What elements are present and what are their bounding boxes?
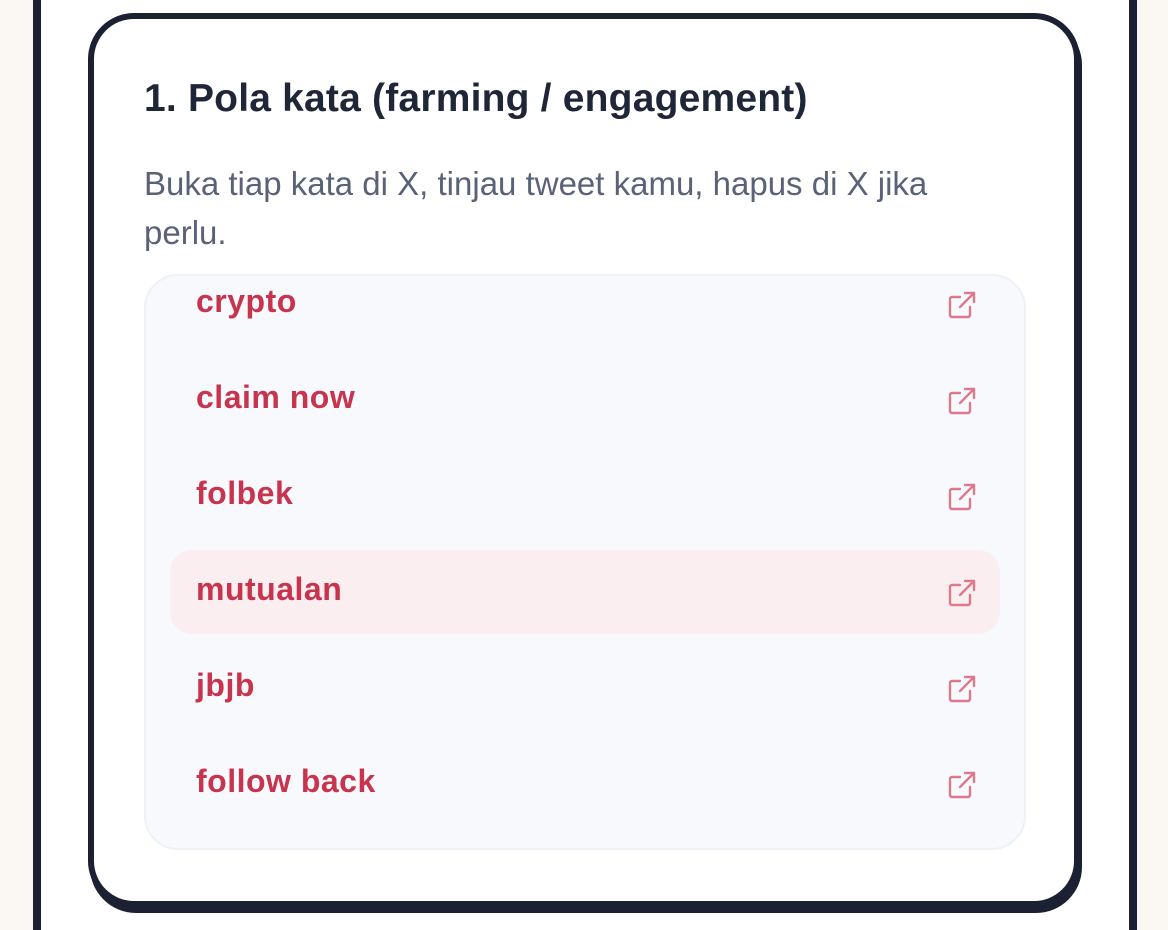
external-link-icon[interactable] xyxy=(946,481,978,513)
keyword-row-claim-now[interactable]: claim now xyxy=(170,358,1000,442)
pattern-card: 1. Pola kata (farming / engagement) Buka… xyxy=(88,13,1080,907)
keyword-label: folbek xyxy=(196,475,294,511)
keyword-row-mutualan[interactable]: mutualan xyxy=(170,550,1000,634)
keyword-label: follow back xyxy=(196,763,376,799)
keyword-row-jbjb[interactable]: jbjb xyxy=(170,646,1000,730)
keyword-list[interactable]: crypto claim now folbek mutualan jbjb fo… xyxy=(144,274,1026,850)
keyword-label: jbjb xyxy=(196,667,255,703)
section-title: 1. Pola kata (farming / engagement) xyxy=(144,77,808,120)
keyword-label: claim now xyxy=(196,379,356,415)
external-link-icon[interactable] xyxy=(946,289,978,321)
keyword-row-folbek[interactable]: folbek xyxy=(170,454,1000,538)
keyword-row-follow-back[interactable]: follow back xyxy=(170,742,1000,826)
keyword-label: mutualan xyxy=(196,571,343,607)
section-description: Buka tiap kata di X, tinjau tweet kamu, … xyxy=(144,165,928,251)
keyword-label: crypto xyxy=(196,283,297,319)
external-link-icon[interactable] xyxy=(946,577,978,609)
external-link-icon[interactable] xyxy=(946,673,978,705)
external-link-icon[interactable] xyxy=(946,385,978,417)
external-link-icon[interactable] xyxy=(946,769,978,801)
keyword-row-crypto[interactable]: crypto xyxy=(170,276,1000,346)
